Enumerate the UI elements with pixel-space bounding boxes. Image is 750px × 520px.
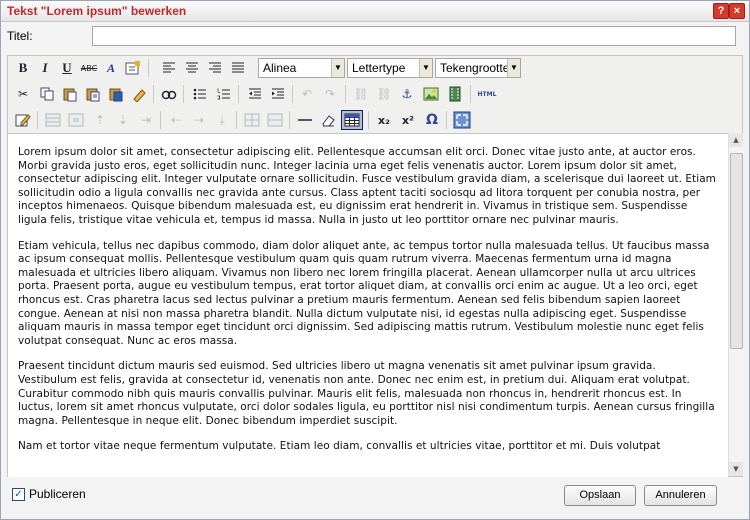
html-source-icon[interactable]: HTML	[476, 84, 498, 104]
align-right-icon[interactable]	[205, 58, 225, 78]
font-color-icon[interactable]: A	[101, 58, 121, 78]
insert-table-icon[interactable]	[341, 110, 363, 130]
toolbar-separator	[238, 85, 239, 103]
paste-text-icon[interactable]	[83, 84, 103, 104]
image-icon[interactable]	[421, 84, 441, 104]
close-button[interactable]: ×	[729, 3, 745, 19]
split-cells-icon[interactable]	[242, 110, 262, 130]
toolbar-separator	[289, 111, 290, 129]
underline-icon[interactable]: U	[57, 58, 77, 78]
cancel-button[interactable]: Annuleren	[644, 485, 717, 506]
styles-icon[interactable]	[123, 58, 143, 78]
indent-icon[interactable]	[268, 84, 288, 104]
toolbar-row-3: ⇡ ⇣ ⇥ ⇠ ⇢ ⤓ x₂ x² Ω	[8, 108, 742, 133]
toolbar-separator	[183, 85, 184, 103]
align-center-icon[interactable]	[182, 58, 202, 78]
toolbar-separator	[292, 85, 293, 103]
clear-format-icon[interactable]	[129, 84, 149, 104]
edit-text-dialog: Tekst "Lorem ipsum" bewerken ? × Titel: …	[0, 0, 750, 520]
cut-icon[interactable]: ✂	[13, 84, 33, 104]
toolbar-row-2: ✂ ↶ ↷ ⛓ ⛓ ⚓ HTML	[8, 82, 742, 107]
title-input[interactable]	[92, 26, 736, 46]
toolbar-separator	[368, 111, 369, 129]
numbered-list-icon[interactable]	[214, 84, 234, 104]
strikethrough-icon[interactable]: ABC	[79, 58, 99, 78]
scroll-up-icon[interactable]: ▲	[729, 133, 743, 147]
paste-word-icon[interactable]	[106, 84, 126, 104]
publish-label: Publiceren	[29, 487, 86, 501]
dialog-titlebar[interactable]: Tekst "Lorem ipsum" bewerken ? ×	[1, 1, 749, 22]
dialog-title: Tekst "Lorem ipsum" bewerken	[7, 4, 187, 18]
title-row: Titel:	[1, 23, 749, 53]
table-cell-props-icon[interactable]	[66, 110, 86, 130]
font-size-select[interactable]: Tekengrootte ▼	[435, 58, 521, 78]
toolbar-separator	[236, 111, 237, 129]
redo-icon[interactable]: ↷	[320, 84, 340, 104]
title-label: Titel:	[7, 29, 33, 43]
link-icon[interactable]: ⛓	[351, 84, 371, 104]
toolbar-separator	[148, 59, 149, 77]
scroll-down-icon[interactable]: ▼	[729, 462, 743, 476]
find-icon[interactable]	[159, 84, 179, 104]
toolbar-separator	[446, 111, 447, 129]
toolbar-separator	[160, 111, 161, 129]
content-paragraph: Praesent tincidunt dictum mauris sed eui…	[18, 360, 715, 427]
delete-col-icon[interactable]: ⤓	[212, 110, 232, 130]
help-button[interactable]: ?	[713, 3, 729, 19]
rich-text-editor: B I U ABC A Alinea ▼ Lettertype ▼ Tekeng…	[7, 55, 743, 477]
save-button[interactable]: Opslaan	[564, 485, 636, 506]
fullscreen-icon[interactable]	[452, 110, 472, 130]
merge-cells-icon[interactable]	[265, 110, 285, 130]
content-scrollbar[interactable]: ▲ ▼	[728, 133, 743, 476]
copy-icon[interactable]	[37, 84, 57, 104]
chevron-down-icon: ▼	[331, 59, 344, 77]
font-select[interactable]: Lettertype ▼	[347, 58, 433, 78]
insert-col-before-icon[interactable]: ⇠	[166, 110, 186, 130]
superscript-icon[interactable]: x²	[398, 110, 418, 130]
horizontal-rule-icon[interactable]	[295, 110, 315, 130]
scrollbar-thumb[interactable]	[730, 153, 743, 349]
subscript-icon[interactable]: x₂	[374, 110, 394, 130]
chevron-down-icon: ▼	[507, 59, 520, 77]
paste-icon[interactable]	[60, 84, 80, 104]
special-char-icon[interactable]: Ω	[422, 110, 442, 130]
format-select[interactable]: Alinea ▼	[258, 58, 345, 78]
insert-row-before-icon[interactable]: ⇡	[90, 110, 110, 130]
editor-content-area[interactable]: Lorem ipsum dolor sit amet, consectetur …	[8, 133, 728, 477]
media-icon[interactable]	[445, 84, 465, 104]
eraser-icon[interactable]	[318, 110, 338, 130]
undo-icon[interactable]: ↶	[297, 84, 317, 104]
font-select-value: Lettertype	[352, 61, 406, 75]
content-paragraph: Lorem ipsum dolor sit amet, consectetur …	[18, 146, 716, 226]
toolbar-row-1: B I U ABC A Alinea ▼ Lettertype ▼ Tekeng…	[8, 56, 742, 81]
format-select-value: Alinea	[263, 61, 297, 75]
toolbar-separator	[153, 85, 154, 103]
italic-icon[interactable]: I	[35, 58, 55, 78]
unlink-icon[interactable]: ⛓	[374, 84, 394, 104]
content-paragraph: Etiam vehicula, tellus nec dapibus commo…	[18, 239, 710, 347]
toolbar-separator	[470, 85, 471, 103]
align-justify-icon[interactable]	[228, 58, 248, 78]
insert-row-after-icon[interactable]: ⇣	[113, 110, 133, 130]
edit-attributes-icon[interactable]	[13, 110, 33, 130]
content-paragraph: Nam et tortor vitae neque fermentum vulp…	[18, 440, 661, 453]
table-row-props-icon[interactable]	[43, 110, 63, 130]
insert-col-after-icon[interactable]: ⇢	[189, 110, 209, 130]
anchor-icon[interactable]: ⚓	[397, 84, 417, 104]
delete-row-icon[interactable]: ⇥	[136, 110, 156, 130]
chevron-down-icon: ▼	[419, 59, 432, 77]
toolbar-separator	[345, 85, 346, 103]
toolbar-separator	[37, 111, 38, 129]
bold-icon[interactable]: B	[13, 58, 33, 78]
publish-checkbox[interactable]: ✓	[12, 488, 25, 501]
outdent-icon[interactable]	[245, 84, 265, 104]
font-size-select-value: Tekengrootte	[440, 61, 510, 75]
dialog-footer: ✓ Publiceren Opslaan Annuleren	[1, 479, 749, 519]
align-left-icon[interactable]	[159, 58, 179, 78]
bullet-list-icon[interactable]	[190, 84, 210, 104]
